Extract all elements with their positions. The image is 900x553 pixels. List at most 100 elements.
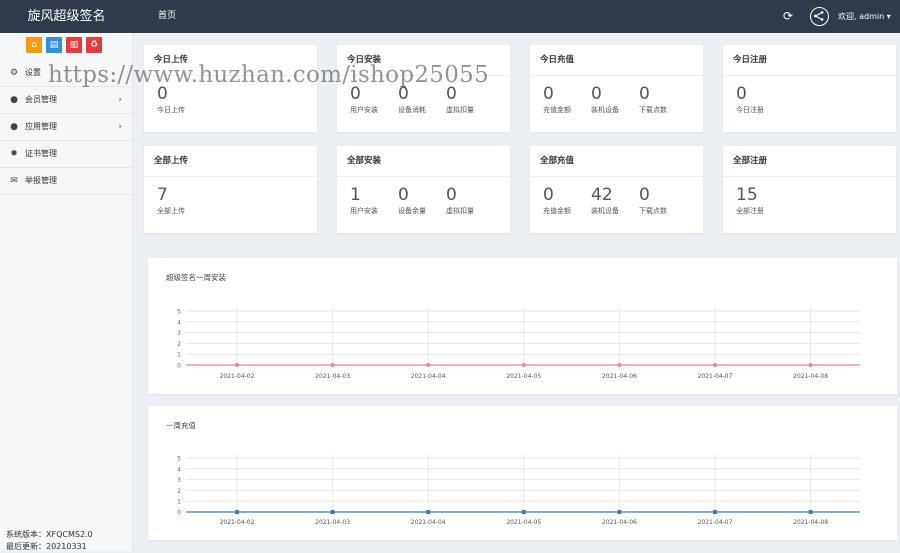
recycle-icon[interactable]: ♻ [86, 37, 102, 53]
sidebar-item-members[interactable]: ● 会员管理 › [0, 87, 132, 114]
stat-item: 0 用户安装 [350, 84, 378, 115]
stat-card: 全部上传 7 全部上传 [144, 146, 317, 233]
refresh-icon[interactable]: ⟳ [781, 9, 795, 23]
chevron-right-icon: › [118, 95, 122, 105]
data-point [521, 510, 526, 514]
card-divider [337, 75, 510, 76]
data-point [235, 510, 239, 514]
stat-value: 0 [639, 185, 650, 205]
sidebar-item-settings[interactable]: ⚙ 设置 [0, 60, 132, 87]
data-point [617, 510, 622, 514]
home-icon[interactable]: ⌂ [26, 37, 42, 53]
data-point [330, 363, 335, 367]
stat-label: 装机设备 [591, 106, 619, 114]
data-point [713, 510, 717, 514]
user-icon: ● [10, 95, 18, 105]
data-point [808, 510, 813, 514]
stat-label: 全部注册 [736, 207, 764, 215]
nav-home-link[interactable]: 首页 [158, 0, 176, 33]
y-tick-label: 3 [177, 477, 181, 484]
stat-value: 0 [350, 84, 361, 104]
data-point [808, 363, 813, 367]
stat-label: 装机设备 [591, 207, 619, 215]
share-icon[interactable] [810, 7, 829, 26]
sidebar-item-certs[interactable]: ✹ 证书管理 [0, 141, 132, 168]
card-divider [530, 75, 703, 76]
y-tick-label: 5 [177, 309, 181, 316]
stat-value: 42 [591, 185, 613, 205]
stat-label: 设备余量 [398, 207, 426, 215]
stat-value: 0 [543, 185, 554, 205]
stat-label: 下载点数 [639, 106, 667, 114]
x-tick-label: 2021-04-06 [602, 373, 637, 380]
stat-card: 今日上传 0 今日上传 [144, 45, 317, 132]
y-tick-label: 0 [177, 510, 181, 517]
chevron-right-icon: › [118, 122, 122, 132]
stat-item: 0 今日注册 [736, 84, 764, 115]
card-divider [723, 176, 896, 177]
top-bar: 旋风超级签名 首页 ⟳ 欢迎, admin ▾ [0, 0, 900, 33]
x-tick-label: 2021-04-04 [411, 519, 446, 526]
data-point [426, 363, 431, 367]
stat-item: 0 下载点数 [639, 84, 667, 115]
y-tick-label: 2 [177, 341, 181, 348]
stat-card: 全部安装 1 用户安装 0 设备余量 0 虚拟扣量 [337, 146, 510, 233]
card-title: 全部充值 [540, 156, 575, 166]
install-chart: 0 1 2 3 4 5 2021-04-02 2021-04-03 2021-04-04 2021… [177, 307, 860, 380]
stat-card: 今日注册 0 今日注册 [723, 45, 896, 132]
x-tick-label: 2021-04-03 [315, 373, 350, 380]
stat-value: 0 [591, 84, 602, 104]
y-tick-label: 3 [177, 330, 181, 337]
x-tick-label: 2021-04-02 [220, 519, 255, 526]
y-tick-label: 1 [177, 352, 181, 359]
system-info: 系统版本：XFQCMS2.0 最后更新：20210331 [6, 529, 93, 553]
card-divider [337, 176, 510, 177]
brand-title[interactable]: 旋风超级签名 [0, 0, 133, 33]
y-tick-label: 4 [177, 466, 181, 473]
stat-card: 今日安装 0 用户安装 0 设备消耗 0 虚拟扣量 [337, 45, 510, 132]
stat-label: 充值金额 [543, 207, 571, 215]
stat-item: 7 全部上传 [157, 185, 185, 216]
sidebar-item-label: 会员管理 [25, 95, 57, 104]
sidebar-item-reports[interactable]: ✉ 举报管理 [0, 168, 132, 195]
x-tick-label: 2021-04-08 [793, 519, 828, 526]
stat-label: 用户安装 [350, 106, 378, 114]
stat-label: 虚拟扣量 [446, 106, 474, 114]
sidebar-item-apps[interactable]: ● 应用管理 › [0, 114, 132, 141]
y-tick-label: 4 [177, 319, 181, 326]
x-tick-label: 2021-04-03 [315, 519, 350, 526]
data-point [330, 510, 335, 514]
data-point [426, 510, 431, 514]
card-title: 今日安装 [347, 55, 382, 65]
stat-item: 15 全部注册 [736, 185, 764, 216]
chart-card-recharge: 一周充值 0 1 2 3 4 5 2021-04-02 2021-04-03 2021-04-0… [148, 406, 897, 540]
stat-item: 1 用户安装 [350, 185, 378, 216]
card-title: 今日上传 [154, 55, 189, 65]
sidebar-item-label: 设置 [25, 68, 41, 77]
card-title: 全部注册 [733, 156, 768, 166]
stat-item: 0 今日上传 [157, 84, 185, 115]
stat-item: 0 充值金额 [543, 185, 571, 216]
card-title: 今日注册 [733, 55, 768, 65]
card-title: 全部上传 [154, 156, 189, 166]
stat-value: 0 [398, 84, 409, 104]
stat-item: 0 虚拟扣量 [446, 84, 474, 115]
sidebar: ⌂ ▤ ▥ ♻ ⚙ 设置 ● 会员管理 › ● 应用管理 › ✹ 证书管理 ✉ 举报管理 系统版本：XFQC… [0, 33, 133, 551]
user-menu[interactable]: 欢迎, admin ▾ [838, 0, 891, 33]
stat-item: 0 下载点数 [639, 185, 667, 216]
x-tick-label: 2021-04-07 [698, 519, 733, 526]
stat-item: 0 充值金额 [543, 84, 571, 115]
x-tick-label: 2021-04-06 [602, 519, 637, 526]
stat-label: 虚拟扣量 [446, 207, 474, 215]
stat-label: 充值金额 [543, 106, 571, 114]
card-divider [144, 75, 317, 76]
document-icon[interactable]: ▤ [46, 37, 62, 53]
chart-card-install: 超级签名一周安装 0 1 2 3 4 5 2021-04-02 2021-04-03 2021-… [148, 258, 897, 394]
card-divider [530, 176, 703, 177]
data-point [617, 363, 622, 367]
x-tick-label: 2021-04-07 [698, 373, 733, 380]
stat-value: 0 [639, 84, 650, 104]
trash-icon[interactable]: ▥ [66, 37, 82, 53]
stat-value: 1 [350, 185, 361, 205]
stat-item: 0 虚拟扣量 [446, 185, 474, 216]
